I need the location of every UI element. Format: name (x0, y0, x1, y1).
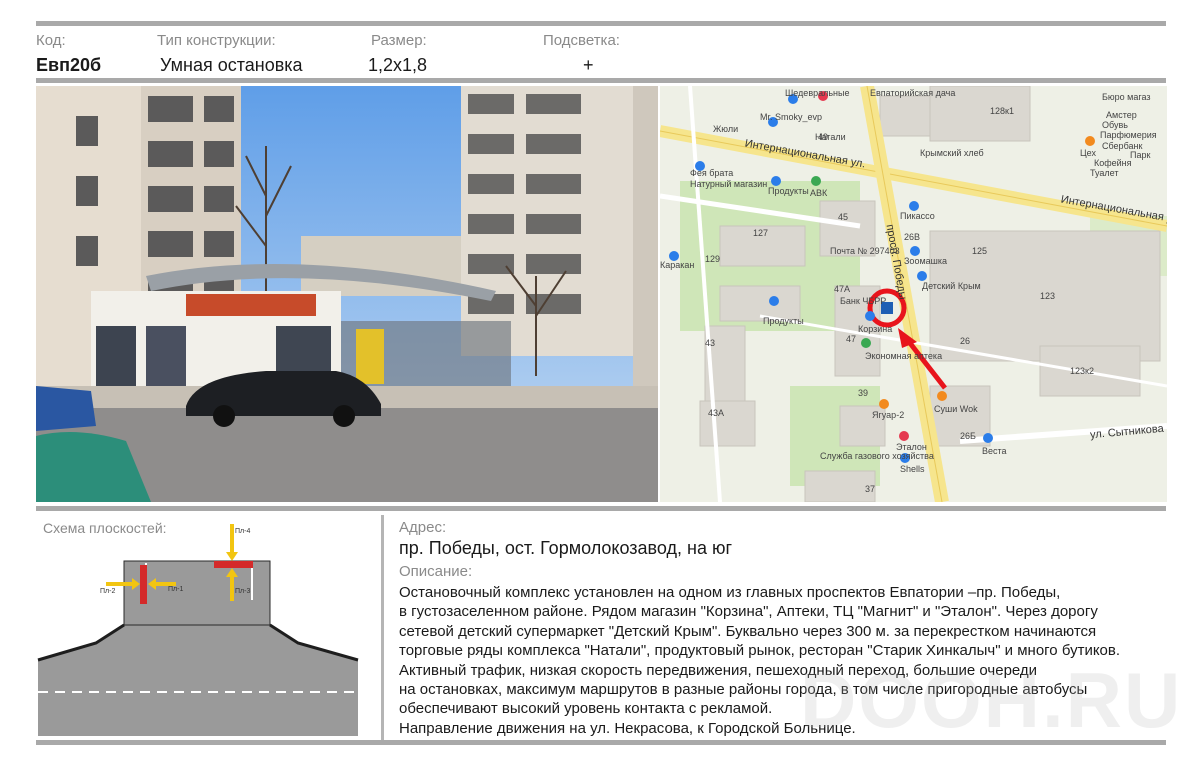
map-place-label: Амстер (1106, 110, 1137, 120)
size-label: Размер: (371, 32, 427, 49)
map-place-label: Туалет (1090, 168, 1119, 178)
scheme-title: Схема плоскостей: (43, 520, 167, 536)
header-rule (36, 78, 1166, 83)
plane-label: Пл-3 (235, 588, 251, 595)
code-value: Евп20б (36, 55, 102, 75)
size-value: 1,2х1,8 (368, 55, 428, 75)
map-place-label: Жюли (713, 124, 739, 134)
map-place-label: Натурный магазин (690, 179, 768, 189)
map-house-number: 43 (705, 338, 716, 348)
type-label: Тип конструкции: (157, 32, 276, 49)
plane-scheme: Пл-1 Пл-2 Пл-3 Пл-4 (36, 520, 366, 740)
map-place-label: Mr. Smoky_evp (760, 112, 823, 122)
map-house-number: 43А (708, 408, 725, 418)
map-place-label: Зоомашка (904, 256, 948, 266)
map-house-number: 123к2 (1070, 366, 1094, 376)
map-place-label: Служба газового хозяйства (820, 451, 934, 461)
map-house-number: 123 (1040, 291, 1056, 301)
map-place-label: Фея брата (690, 168, 734, 178)
map-place-label: Пикассо (900, 211, 935, 221)
map-place-label: Каракан (660, 260, 695, 270)
map-house-number: 125 (972, 246, 988, 256)
plane-label: Пл-2 (100, 588, 116, 595)
location-map: Интернациональная ул. Интернациональная … (660, 86, 1167, 502)
type-value: Умная остановка (160, 55, 303, 75)
map-place-label: Экономная аптека (865, 351, 943, 361)
section-rule (36, 506, 1166, 511)
map-place-label: Банк ЧБРР (840, 296, 887, 306)
map-house-number: 39 (858, 388, 869, 398)
map-place-label: Парфюмерия (1100, 130, 1157, 140)
map-place-label: Парк (1130, 150, 1151, 160)
map-house-number: 26В (904, 232, 921, 242)
map-place-label: Веста (982, 446, 1007, 456)
map-house-number: 37 (865, 484, 876, 494)
description-line: Остановочный комплекс установлен на одно… (399, 584, 1061, 601)
vertical-divider (381, 515, 384, 741)
bottom-rule (36, 740, 1166, 745)
map-place-label: АВК (810, 188, 828, 198)
plane-label: Пл-4 (235, 528, 251, 535)
code-label: Код: (36, 32, 66, 49)
street-photo-illustration (36, 86, 658, 502)
map-house-number: 49 (818, 132, 829, 142)
map-house-number: 127 (753, 228, 769, 238)
map-place-label: Корзина (858, 324, 893, 334)
map-place-label: Ягуар-2 (872, 410, 905, 420)
map-place-label: Суши Wok (934, 404, 978, 414)
map-place-label: Евпаторийская дача (870, 88, 956, 98)
map-place-label: Почта № 297403 (830, 246, 900, 256)
map-house-number: 26Б (960, 431, 976, 441)
map-house-number: 26 (960, 336, 971, 346)
top-rule (36, 21, 1166, 26)
map-place-label: Шедевральные (785, 88, 850, 98)
light-label: Подсветка: (543, 32, 620, 49)
description-label: Описание: (399, 563, 473, 580)
map-place-label: Крымский хлеб (920, 148, 984, 158)
map-house-number: 47А (834, 284, 851, 294)
map-house-number: 47 (846, 334, 857, 344)
map-place-label: Цех (1080, 148, 1096, 158)
map-place-label: Детский Крым (922, 281, 981, 291)
map-house-number: 128к1 (990, 106, 1014, 116)
address-label: Адрес: (399, 519, 447, 536)
location-photo (36, 86, 658, 502)
plane-scheme-diagram (37, 524, 359, 736)
description-line: сетевой детский супермаркет "Детский Кры… (399, 622, 1097, 640)
plane-label: Пл-1 (168, 586, 184, 593)
light-value: + (583, 55, 594, 75)
watermark: DOOH.RU (800, 656, 1183, 744)
map-house-number: 129 (705, 254, 721, 264)
map-place-label: Бюро магаз (1102, 92, 1151, 102)
map-place-label: Обувь (1102, 120, 1128, 130)
map-place-label: Shells (900, 464, 925, 474)
description-line: в густозаселенном районе. Рядом магазин … (399, 603, 1098, 621)
map-place-label: Кофейня (1094, 158, 1132, 168)
address-value: пр. Победы, ост. Гормолокозавод, на юг (399, 538, 733, 558)
map-place-label: Продукты (768, 186, 809, 196)
map-house-number: 45 (838, 212, 849, 222)
map-place-label: Продукты (763, 316, 804, 326)
